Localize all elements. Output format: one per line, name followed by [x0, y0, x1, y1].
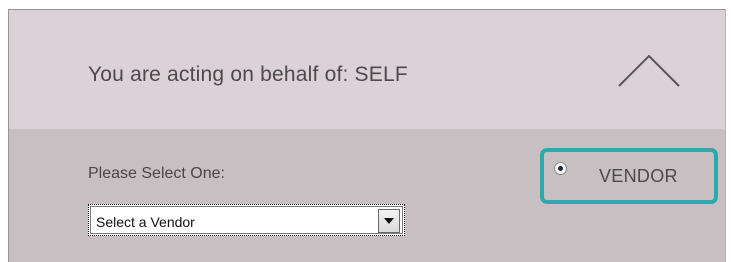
chevron-down-icon: [384, 218, 394, 224]
panel-header: You are acting on behalf of: SELF: [9, 10, 725, 129]
collapse-button[interactable]: [617, 52, 681, 88]
vendor-radio-button[interactable]: [554, 162, 567, 175]
vendor-radio-option[interactable]: VENDOR: [540, 148, 718, 204]
vendor-select[interactable]: Select a Vendor: [88, 204, 405, 236]
vendor-select-dropdown-button[interactable]: [378, 209, 400, 233]
chevron-up-icon: [618, 54, 680, 87]
select-prompt-label: Please Select One:: [88, 165, 225, 182]
panel-body: Please Select One: Select a Vendor VENDO…: [9, 129, 725, 262]
vendor-select-field: Select a Vendor: [90, 206, 403, 234]
vendor-select-value: Select a Vendor: [96, 214, 195, 230]
radio-selected-dot: [558, 166, 563, 171]
acting-on-behalf-panel: You are acting on behalf of: SELF Please…: [8, 9, 726, 262]
vendor-radio-label: VENDOR: [599, 166, 678, 186]
acting-on-behalf-title: You are acting on behalf of: SELF: [88, 63, 408, 86]
